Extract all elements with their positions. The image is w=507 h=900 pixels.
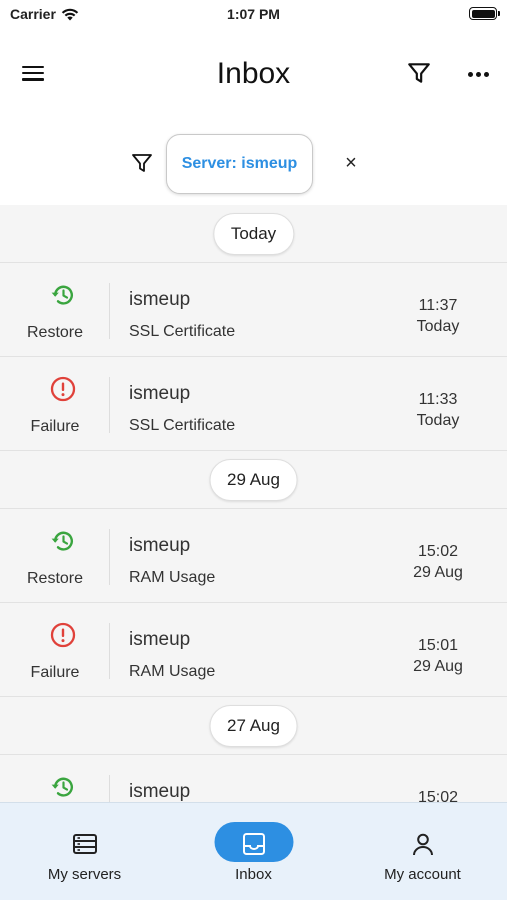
server-name: ismeup <box>129 289 191 310</box>
account-icon <box>410 831 436 857</box>
row-divider <box>109 623 110 679</box>
bottom-navigation: My servers Inbox My account <box>0 802 507 900</box>
day-value: Today <box>416 412 460 429</box>
inbox-icon <box>241 831 267 857</box>
date-pill: 27 Aug <box>209 705 298 747</box>
status-cell: Failure <box>0 357 110 451</box>
time-value: 11:33 <box>418 391 458 408</box>
servers-icon <box>72 831 98 857</box>
nav-label: Inbox <box>235 866 272 883</box>
timestamp: 15:02 29 Aug <box>380 541 496 583</box>
status-label: Restore <box>26 570 84 587</box>
battery-icon <box>469 7 500 20</box>
restore-icon <box>50 774 76 800</box>
status-label: Failure <box>30 664 80 681</box>
status-cell: Restore <box>0 263 110 357</box>
failure-icon <box>50 376 76 402</box>
status-label: Failure <box>30 418 80 435</box>
time-value: 11:37 <box>418 297 458 314</box>
day-value: 29 Aug <box>413 658 463 675</box>
server-name: ismeup <box>129 781 191 802</box>
server-name: ismeup <box>129 383 191 404</box>
restore-icon <box>50 528 76 554</box>
nav-item-inbox[interactable]: Inbox <box>169 803 338 900</box>
service-name: SSL Certificate <box>129 323 236 340</box>
date-separator: 29 Aug <box>0 451 507 509</box>
status-cell: Restore <box>0 509 110 603</box>
status-cell: Failure <box>0 603 110 697</box>
date-separator: Today <box>0 205 507 263</box>
server-name: ismeup <box>129 629 191 650</box>
clear-filter-icon[interactable]: × <box>340 152 362 174</box>
date-pill: 29 Aug <box>209 459 298 501</box>
status-time: 1:07 PM <box>227 6 280 22</box>
restore-icon <box>50 282 76 308</box>
filter-icon[interactable] <box>406 60 432 86</box>
nav-item-my-account[interactable]: My account <box>338 803 507 900</box>
inbox-list: Today Restore ismeup SSL Certificate 11:… <box>0 205 507 849</box>
day-value: 29 Aug <box>413 564 463 581</box>
timestamp: 11:37 Today <box>380 295 496 337</box>
date-pill: Today <box>212 213 295 255</box>
time-value: 15:01 <box>417 637 459 654</box>
notification-row[interactable]: Restore ismeup SSL Certificate 11:37 Tod… <box>0 263 507 357</box>
timestamp: 15:01 29 Aug <box>380 635 496 677</box>
service-name: RAM Usage <box>129 663 216 680</box>
notification-row[interactable]: Restore ismeup RAM Usage 15:02 29 Aug <box>0 509 507 603</box>
day-value: Today <box>416 318 460 335</box>
app-header: Inbox Server: ismeup × <box>0 30 507 205</box>
notification-row[interactable]: Failure ismeup RAM Usage 15:01 29 Aug <box>0 603 507 697</box>
nav-item-my-servers[interactable]: My servers <box>0 803 169 900</box>
service-name: SSL Certificate <box>129 417 236 434</box>
server-name: ismeup <box>129 535 191 556</box>
row-divider <box>109 283 110 339</box>
server-filter-chip[interactable]: Server: ismeup <box>166 134 313 194</box>
nav-label: My servers <box>47 866 122 883</box>
active-filter-icon <box>132 154 152 172</box>
timestamp: 11:33 Today <box>380 389 496 431</box>
date-separator: 27 Aug <box>0 697 507 755</box>
filter-row: Server: ismeup × <box>0 132 507 196</box>
more-options-icon[interactable] <box>464 64 492 84</box>
status-label: Restore <box>26 324 84 341</box>
row-divider <box>109 377 110 433</box>
status-bar: Carrier 1:07 PM <box>0 0 507 30</box>
time-value: 15:02 <box>417 543 459 560</box>
service-name: RAM Usage <box>129 569 216 586</box>
notification-row[interactable]: Failure ismeup SSL Certificate 11:33 Tod… <box>0 357 507 451</box>
nav-label: My account <box>384 866 461 883</box>
failure-icon <box>50 622 76 648</box>
row-divider <box>109 529 110 585</box>
